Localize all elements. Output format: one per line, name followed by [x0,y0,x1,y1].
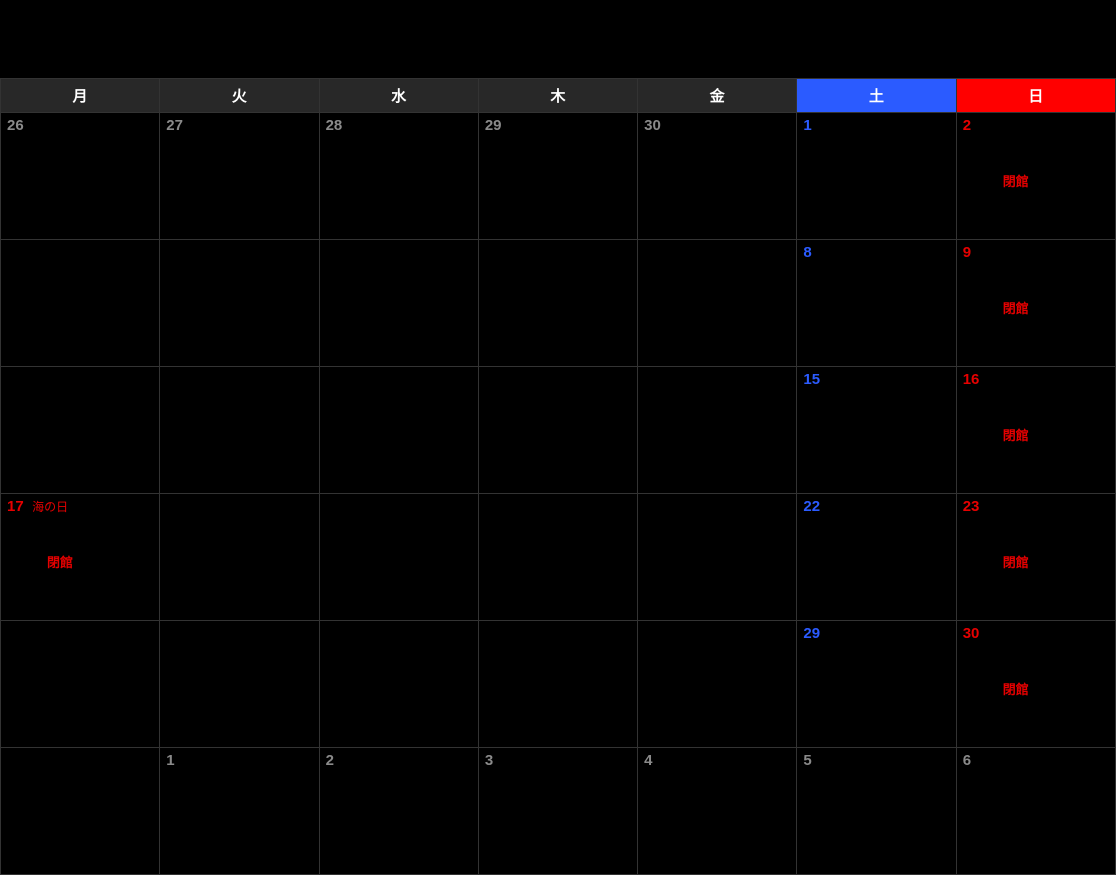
day-cell[interactable] [320,621,479,748]
day-number: 22 [803,498,820,515]
day-cell[interactable] [160,494,319,621]
holiday-name: 海の日 [32,500,68,514]
day-cell[interactable] [479,621,638,748]
day-number: 26 [7,117,24,134]
day-number: 2 [326,752,334,769]
day-cell[interactable] [1,748,160,875]
day-number: 29 [803,625,820,642]
day-cell[interactable]: 22 [797,494,956,621]
day-number: 8 [803,244,811,261]
day-cell[interactable]: 29 [479,113,638,240]
event-closed: 閉館 [1003,679,1029,698]
day-cell[interactable]: 3 [479,748,638,875]
day-number: 17 [7,498,24,515]
day-cell[interactable]: 9 閉館 [957,240,1116,367]
day-cell[interactable]: 4 [638,748,797,875]
day-cell[interactable] [320,494,479,621]
header-fri: 金 [638,79,797,113]
day-number: 1 [166,752,174,769]
day-cell[interactable]: 26 [1,113,160,240]
calendar-header-row: 月 火 水 木 金 土 日 [0,78,1116,113]
event-closed: 閉館 [1003,425,1029,444]
day-number: 6 [963,752,971,769]
day-number: 16 [963,371,980,388]
day-number: 29 [485,117,502,134]
day-cell[interactable]: 28 [320,113,479,240]
day-number: 2 [963,117,971,134]
day-number: 28 [326,117,343,134]
week-row: 26 27 28 29 30 1 2 閉館 [0,113,1116,240]
day-number: 4 [644,752,652,769]
event-closed: 閉館 [1003,298,1029,317]
header-tue: 火 [160,79,319,113]
calendar: 月 火 水 木 金 土 日 26 27 28 29 30 1 2 閉館 8 9 … [0,0,1116,875]
day-cell[interactable]: 1 [797,113,956,240]
day-cell[interactable] [160,367,319,494]
day-cell[interactable]: 30 閉館 [957,621,1116,748]
day-number: 3 [485,752,493,769]
day-cell[interactable] [638,367,797,494]
event-closed: 閉館 [1003,171,1029,190]
day-cell[interactable] [479,494,638,621]
day-cell[interactable]: 8 [797,240,956,367]
header-mon: 月 [1,79,160,113]
header-thu: 木 [479,79,638,113]
day-cell[interactable] [638,240,797,367]
week-row: 1 2 3 4 5 6 [0,748,1116,875]
week-row: 15 16 閉館 [0,367,1116,494]
day-number: 30 [963,625,980,642]
day-number: 9 [963,244,971,261]
day-cell[interactable]: 16 閉館 [957,367,1116,494]
day-cell[interactable] [1,367,160,494]
day-cell[interactable]: 2 閉館 [957,113,1116,240]
day-cell[interactable] [1,621,160,748]
day-cell[interactable]: 1 [160,748,319,875]
day-cell[interactable] [320,240,479,367]
day-cell[interactable]: 2 [320,748,479,875]
event-closed: 閉館 [47,552,73,571]
day-cell[interactable] [479,367,638,494]
day-cell[interactable]: 30 [638,113,797,240]
day-number: 30 [644,117,661,134]
day-cell[interactable] [1,240,160,367]
day-cell[interactable]: 6 [957,748,1116,875]
week-row: 8 9 閉館 [0,240,1116,367]
day-cell[interactable]: 15 [797,367,956,494]
day-cell[interactable]: 17 海の日 閉館 [1,494,160,621]
day-cell[interactable]: 29 [797,621,956,748]
day-cell[interactable]: 27 [160,113,319,240]
day-cell[interactable] [160,621,319,748]
day-cell[interactable]: 23 閉館 [957,494,1116,621]
day-cell[interactable] [320,367,479,494]
day-number: 23 [963,498,980,515]
day-cell[interactable] [638,494,797,621]
header-sun: 日 [957,79,1116,113]
header-wed: 水 [320,79,479,113]
day-cell[interactable] [638,621,797,748]
day-number: 27 [166,117,183,134]
day-cell[interactable] [479,240,638,367]
day-number: 15 [803,371,820,388]
day-number: 1 [803,117,811,134]
event-closed: 閉館 [1003,552,1029,571]
header-sat: 土 [797,79,956,113]
day-cell[interactable] [160,240,319,367]
day-cell[interactable]: 5 [797,748,956,875]
day-number: 5 [803,752,811,769]
week-row: 29 30 閉館 [0,621,1116,748]
week-row: 17 海の日 閉館 22 23 閉館 [0,494,1116,621]
